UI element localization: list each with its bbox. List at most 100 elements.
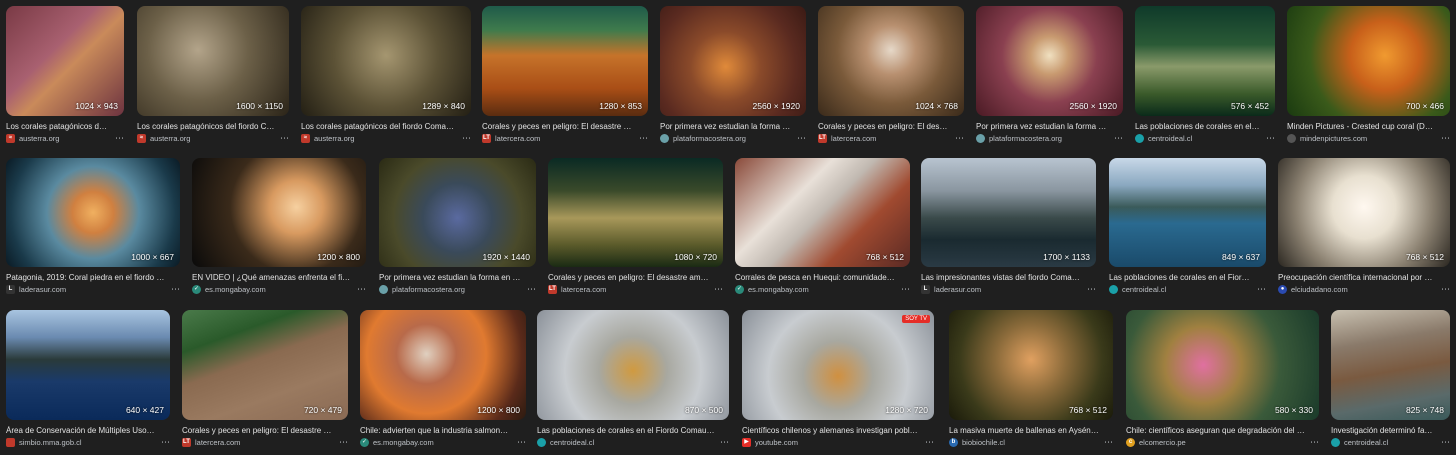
- result-title[interactable]: Investigación determinó factores: [1331, 426, 1436, 435]
- result-source[interactable]: centroideal.cl: [537, 438, 713, 447]
- more-options-icon[interactable]: ⋯: [171, 284, 180, 294]
- result-title[interactable]: Corales y peces en peligro: El desastre: [818, 122, 950, 131]
- image-result-tile[interactable]: 1200 × 800 Chile: advierten que la indust…: [360, 310, 526, 454]
- result-title[interactable]: Las poblaciones de corales en el Fiordo …: [1109, 273, 1252, 282]
- result-title[interactable]: Por primera vez estudian la forma en que: [660, 122, 792, 131]
- result-source[interactable]: centroideal.cl: [1331, 438, 1434, 447]
- image-result-tile[interactable]: 2560 × 1920 Por primera vez estudian la f…: [976, 6, 1123, 150]
- result-source[interactable]: ▶ youtube.com: [742, 438, 918, 447]
- result-thumbnail[interactable]: 1700 × 1133: [921, 158, 1096, 267]
- image-result-tile[interactable]: SOY TV 1280 × 720 Científicos chilenos y a…: [742, 310, 934, 454]
- result-source[interactable]: ✓ es.mongabay.com: [360, 438, 510, 447]
- image-result-tile[interactable]: 720 × 479 Corales y peces en peligro: El …: [182, 310, 348, 454]
- result-title[interactable]: Corrales de pesca en Huequi: comunidades…: [735, 273, 896, 282]
- result-title[interactable]: Las poblaciones de corales en el Fiordo …: [537, 426, 715, 435]
- result-thumbnail[interactable]: 700 × 466: [1287, 6, 1450, 116]
- result-title[interactable]: Las poblaciones de corales en el Fiordo: [1135, 122, 1261, 131]
- image-result-tile[interactable]: 849 × 637 Las poblaciones de corales en e…: [1109, 158, 1266, 301]
- result-title[interactable]: Preocupación científica internacional po…: [1278, 273, 1436, 282]
- more-options-icon[interactable]: ⋯: [720, 437, 729, 447]
- result-source[interactable]: ≈ austerra.org: [137, 134, 273, 143]
- result-title[interactable]: Corales y peces en peligro: El desastre …: [182, 426, 334, 435]
- image-result-tile[interactable]: 1280 × 853 Corales y peces en peligro: El…: [482, 6, 648, 150]
- result-title[interactable]: Corales y peces en peligro: El desastre …: [548, 273, 709, 282]
- image-result-tile[interactable]: 1000 × 667 Patagonia, 2019: Coral piedra …: [6, 158, 180, 301]
- more-options-icon[interactable]: ⋯: [797, 133, 806, 143]
- image-result-tile[interactable]: 1600 × 1150 Los corales patagónicos del f…: [137, 6, 289, 150]
- result-source[interactable]: centroideal.cl: [1135, 134, 1259, 143]
- more-options-icon[interactable]: ⋯: [1310, 437, 1319, 447]
- result-title[interactable]: Chile: advierten que la industria salmon…: [360, 426, 512, 435]
- more-options-icon[interactable]: ⋯: [925, 437, 934, 447]
- result-thumbnail[interactable]: 1024 × 768: [818, 6, 964, 116]
- result-source[interactable]: plataformacostera.org: [976, 134, 1107, 143]
- result-thumbnail[interactable]: 640 × 427: [6, 310, 170, 420]
- more-options-icon[interactable]: ⋯: [1104, 437, 1113, 447]
- image-result-tile[interactable]: 700 × 466 Minden Pictures - Crested cup c…: [1287, 6, 1450, 150]
- image-result-tile[interactable]: 1080 × 720 Corales y peces en peligro: El…: [548, 158, 723, 301]
- result-source[interactable]: ● elciudadano.com: [1278, 285, 1434, 294]
- image-result-tile[interactable]: 825 × 748 Investigación determinó factore…: [1331, 310, 1450, 454]
- more-options-icon[interactable]: ⋯: [1266, 133, 1275, 143]
- result-title[interactable]: Chile: científicos aseguran que degradac…: [1126, 426, 1305, 435]
- result-thumbnail[interactable]: 1200 × 800: [192, 158, 366, 267]
- image-result-tile[interactable]: 580 × 330 Chile: científicos aseguran que…: [1126, 310, 1319, 454]
- more-options-icon[interactable]: ⋯: [1441, 284, 1450, 294]
- image-result-tile[interactable]: 2560 × 1920 Por primera vez estudian la f…: [660, 6, 806, 150]
- result-thumbnail[interactable]: 768 × 512: [735, 158, 910, 267]
- result-thumbnail[interactable]: 1000 × 667: [6, 158, 180, 267]
- result-thumbnail[interactable]: 580 × 330: [1126, 310, 1319, 420]
- result-source[interactable]: b biobiochile.cl: [949, 438, 1097, 447]
- result-source[interactable]: simbio.mma.gob.cl: [6, 438, 154, 447]
- more-options-icon[interactable]: ⋯: [280, 133, 289, 143]
- result-thumbnail[interactable]: 825 × 748: [1331, 310, 1450, 420]
- more-options-icon[interactable]: ⋯: [357, 284, 366, 294]
- image-result-tile[interactable]: 576 × 452 Las poblaciones de corales en e…: [1135, 6, 1275, 150]
- result-thumbnail[interactable]: 576 × 452: [1135, 6, 1275, 116]
- more-options-icon[interactable]: ⋯: [115, 133, 124, 143]
- result-title[interactable]: EN VIDEO | ¿Qué amenazas enfrenta el fio…: [192, 273, 352, 282]
- result-title[interactable]: La masiva muerte de ballenas en Aysén co…: [949, 426, 1099, 435]
- more-options-icon[interactable]: ⋯: [1114, 133, 1123, 143]
- result-thumbnail[interactable]: 870 × 500: [537, 310, 729, 420]
- result-title[interactable]: Los corales patagónicos del fiordo Comau: [6, 122, 110, 131]
- result-title[interactable]: Los corales patagónicos del fiordo Comau…: [301, 122, 457, 131]
- result-source[interactable]: Lladerasur.com: [6, 285, 164, 294]
- result-source[interactable]: centroideal.cl: [1109, 285, 1250, 294]
- result-source[interactable]: ≈ austerra.org: [301, 134, 455, 143]
- result-thumbnail[interactable]: 768 × 512: [949, 310, 1113, 420]
- result-thumbnail[interactable]: 2560 × 1920: [660, 6, 806, 116]
- result-source[interactable]: ≈ austerra.org: [6, 134, 108, 143]
- image-result-tile[interactable]: 768 × 512 Corrales de pesca en Huequi: co…: [735, 158, 910, 301]
- result-title[interactable]: Patagonia, 2019: Coral piedra en el fior…: [6, 273, 166, 282]
- result-title[interactable]: Minden Pictures - Crested cup coral (Des…: [1287, 122, 1436, 131]
- image-result-tile[interactable]: 1024 × 943 Los corales patagónicos del fi…: [6, 6, 124, 150]
- result-thumbnail[interactable]: 1289 × 840: [301, 6, 471, 116]
- result-source[interactable]: c elcomercio.pe: [1126, 438, 1303, 447]
- result-thumbnail[interactable]: 2560 × 1920: [976, 6, 1123, 116]
- result-source[interactable]: ✓ es.mongabay.com: [192, 285, 350, 294]
- more-options-icon[interactable]: ⋯: [527, 284, 536, 294]
- image-result-tile[interactable]: 1024 × 768 Corales y peces en peligro: El…: [818, 6, 964, 150]
- result-source[interactable]: mindenpictures.com: [1287, 134, 1434, 143]
- result-source[interactable]: LT latercera.com: [182, 438, 332, 447]
- image-result-tile[interactable]: 1200 × 800 EN VIDEO | ¿Qué amenazas enfre…: [192, 158, 366, 301]
- more-options-icon[interactable]: ⋯: [639, 133, 648, 143]
- result-thumbnail[interactable]: SOY TV 1280 × 720: [742, 310, 934, 420]
- more-options-icon[interactable]: ⋯: [1441, 133, 1450, 143]
- more-options-icon[interactable]: ⋯: [517, 437, 526, 447]
- result-thumbnail[interactable]: 1024 × 943: [6, 6, 124, 116]
- result-thumbnail[interactable]: 720 × 479: [182, 310, 348, 420]
- more-options-icon[interactable]: ⋯: [955, 133, 964, 143]
- result-title[interactable]: Por primera vez estudian la forma en que: [976, 122, 1109, 131]
- result-source[interactable]: LT latercera.com: [548, 285, 707, 294]
- result-thumbnail[interactable]: 1600 × 1150: [137, 6, 289, 116]
- more-options-icon[interactable]: ⋯: [462, 133, 471, 143]
- result-thumbnail[interactable]: 1920 × 1440: [379, 158, 536, 267]
- result-source[interactable]: plataformacostera.org: [660, 134, 790, 143]
- image-result-tile[interactable]: 640 × 427 Área de Conservación de Múltipl…: [6, 310, 170, 454]
- image-result-tile[interactable]: 768 × 512 Preocupación científica interna…: [1278, 158, 1450, 301]
- result-source[interactable]: LT latercera.com: [818, 134, 948, 143]
- result-source[interactable]: ✓ es.mongabay.com: [735, 285, 894, 294]
- result-thumbnail[interactable]: 849 × 637: [1109, 158, 1266, 267]
